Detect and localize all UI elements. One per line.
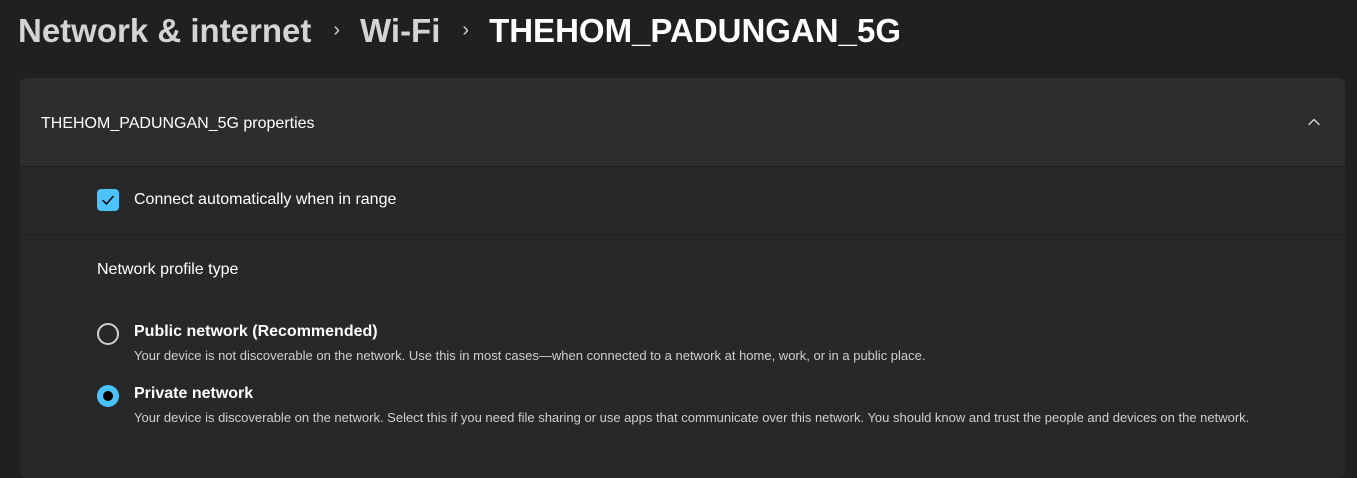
connect-automatically-row: Connect automatically when in range <box>20 167 1345 235</box>
page-title: THEHOM_PADUNGAN_5G <box>489 12 901 49</box>
private-network-radio[interactable] <box>97 385 119 407</box>
breadcrumb: Network & internet › Wi-Fi › THEHOM_PADU… <box>18 6 901 56</box>
breadcrumb-network-internet[interactable]: Network & internet <box>18 12 311 50</box>
properties-title: THEHOM_PADUNGAN_5G properties <box>41 115 315 132</box>
radio-selected-dot <box>103 391 113 401</box>
properties-expander-header[interactable]: THEHOM_PADUNGAN_5G properties <box>20 78 1345 167</box>
breadcrumb-separator: › <box>333 18 341 41</box>
checkmark-icon <box>102 195 114 205</box>
network-profile-section: Network profile type Public network (Rec… <box>20 235 1345 478</box>
private-network-option[interactable]: Private network Your device is discovera… <box>97 385 1297 447</box>
private-network-description: Your device is discoverable on the netwo… <box>134 410 1250 425</box>
connect-automatically-checkbox[interactable] <box>97 189 119 211</box>
breadcrumb-wifi[interactable]: Wi-Fi <box>360 12 440 50</box>
breadcrumb-separator: › <box>462 18 470 41</box>
private-network-title: Private network <box>134 385 254 402</box>
connect-automatically-label[interactable]: Connect automatically when in range <box>134 191 396 209</box>
network-properties-panel: THEHOM_PADUNGAN_5G properties Connect au… <box>20 78 1345 478</box>
public-network-radio[interactable] <box>97 323 119 345</box>
chevron-up-icon[interactable] <box>1305 113 1323 131</box>
public-network-option[interactable]: Public network (Recommended) Your device… <box>97 323 1297 367</box>
public-network-title: Public network (Recommended) <box>134 323 378 340</box>
public-network-description: Your device is not discoverable on the n… <box>134 348 926 363</box>
network-profile-label: Network profile type <box>97 261 239 278</box>
